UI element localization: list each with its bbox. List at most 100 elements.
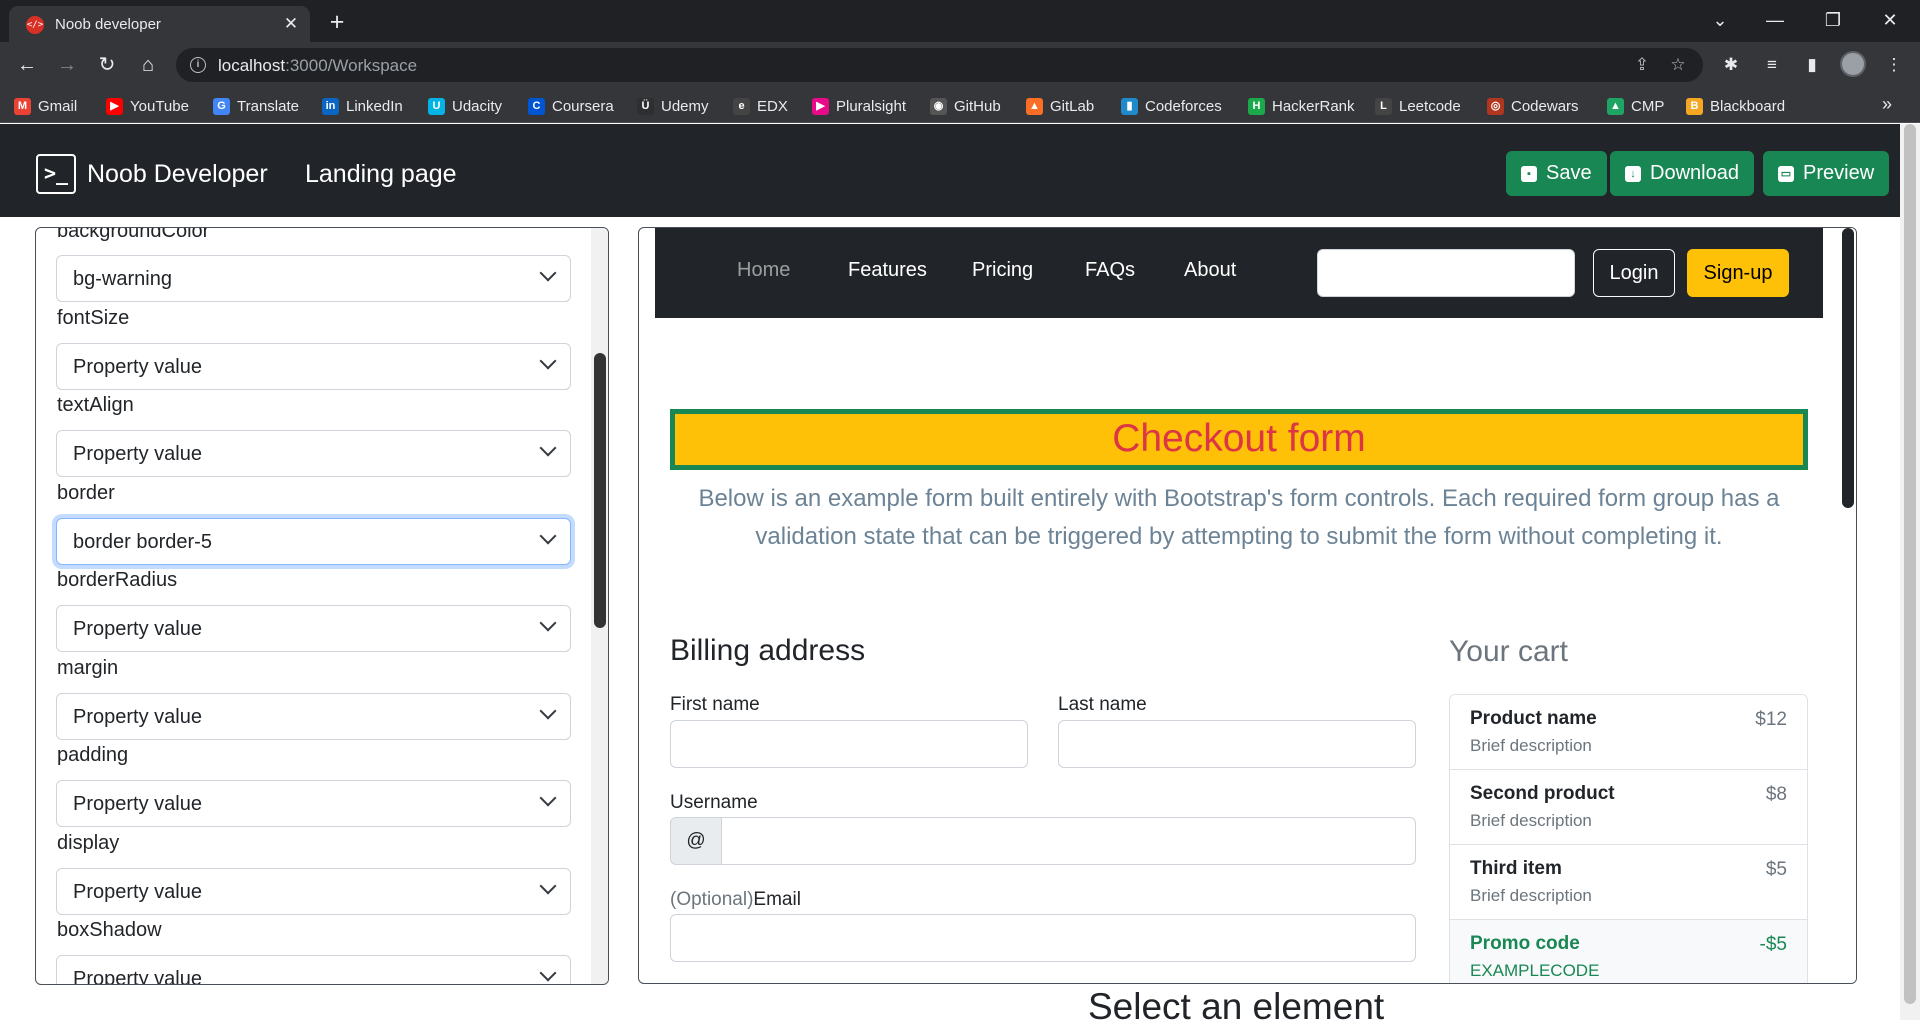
select-boxshadow[interactable]: Property value xyxy=(56,955,571,984)
bookmark-cmp[interactable]: ▲ CMP xyxy=(1607,96,1664,116)
prop-label-border: border xyxy=(57,482,115,504)
site-info-icon[interactable]: i xyxy=(190,57,206,73)
bookmark-label: LinkedIn xyxy=(346,97,403,115)
close-tab-icon[interactable]: ✕ xyxy=(280,13,302,35)
username-input[interactable] xyxy=(721,817,1416,865)
bookmark-gmail[interactable]: M Gmail xyxy=(14,96,77,116)
cart-list: Product name Brief description $12 Secon… xyxy=(1449,694,1808,983)
nav-features[interactable]: Features xyxy=(848,259,927,282)
youtube-icon: ▶ xyxy=(106,97,123,115)
bookmark-codeforces[interactable]: ▮ Codeforces xyxy=(1121,96,1222,116)
nav-pricing[interactable]: Pricing xyxy=(972,259,1033,282)
checkout-title[interactable]: Checkout form xyxy=(670,409,1808,470)
email-label: (Optional)Email xyxy=(670,889,801,911)
select-margin[interactable]: Property value xyxy=(56,693,571,740)
preview-scrollbar[interactable] xyxy=(1839,228,1856,983)
download-button[interactable]: ↓ Download xyxy=(1610,151,1754,196)
select-value: Property value xyxy=(73,618,202,640)
lead-text[interactable]: Below is an example form built entirely … xyxy=(670,480,1808,556)
tab-strip: </> Noob developer ✕ + ⌄ — ❐ ✕ xyxy=(0,0,1920,42)
bookmark-label: Leetcode xyxy=(1399,97,1461,115)
bookmark-blackboard[interactable]: B Blackboard xyxy=(1686,96,1785,116)
signup-button[interactable]: Sign-up xyxy=(1687,249,1789,297)
save-button[interactable]: ▪ Save xyxy=(1506,151,1607,196)
cart-item: Product name Brief description $12 xyxy=(1450,695,1807,770)
cart-item-promo: Promo code EXAMPLECODE -$5 xyxy=(1450,920,1807,983)
download-icon: ↓ xyxy=(1625,165,1641,182)
first-name-label: First name xyxy=(670,694,760,715)
extensions-icon[interactable]: ✱ xyxy=(1719,53,1743,77)
home-icon[interactable]: ⌂ xyxy=(133,50,163,80)
billing-heading[interactable]: Billing address xyxy=(670,634,865,668)
reload-icon[interactable]: ↻ xyxy=(92,50,122,80)
side-panel-icon[interactable]: ▮ xyxy=(1800,53,1824,77)
panel-scrollbar[interactable] xyxy=(591,228,608,984)
tab-search-icon[interactable]: ⌄ xyxy=(1700,4,1740,36)
bookmark-gitlab[interactable]: ▲ GitLab xyxy=(1026,96,1094,116)
browser-toolbar: ← → ↻ ⌂ i localhost:3000/Workspace ⇪ ☆ ✱… xyxy=(0,42,1920,88)
bookmark-codewars[interactable]: ◎ Codewars xyxy=(1487,96,1579,116)
url-text: localhost:3000/Workspace xyxy=(218,56,418,75)
select-padding[interactable]: Property value xyxy=(56,780,571,827)
restore-icon[interactable]: ❐ xyxy=(1813,4,1853,36)
cart-item-price: $5 xyxy=(1765,859,1787,880)
email-input[interactable] xyxy=(670,914,1416,962)
bookmark-label: Blackboard xyxy=(1710,97,1786,115)
prop-label-backgroundcolor: backgroundColor xyxy=(57,227,210,242)
nav-about[interactable]: About xyxy=(1184,259,1236,282)
page-scrollbar-thumb[interactable] xyxy=(1904,124,1916,1004)
window-close-icon[interactable]: ✕ xyxy=(1870,4,1910,36)
promo-name: Promo code xyxy=(1470,933,1580,954)
select-value: bg-warning xyxy=(73,268,172,290)
prop-label-textalign: textAlign xyxy=(57,394,134,416)
chevron-down-icon xyxy=(539,702,557,720)
forward-icon[interactable]: → xyxy=(52,50,82,80)
bookmark-leetcode[interactable]: L Leetcode xyxy=(1375,96,1461,116)
chevron-down-icon xyxy=(539,439,557,457)
cart-item-desc: Brief description xyxy=(1470,811,1592,830)
bookmark-github[interactable]: ◉ GitHub xyxy=(930,96,1001,116)
bookmark-label: CMP xyxy=(1631,97,1665,115)
search-input[interactable] xyxy=(1317,249,1575,297)
first-name-input[interactable] xyxy=(670,720,1028,768)
nav-home[interactable]: Home xyxy=(737,259,790,282)
select-backgroundcolor[interactable]: bg-warning xyxy=(56,255,571,302)
select-value: Property value xyxy=(73,881,202,903)
chevron-down-icon xyxy=(539,877,557,895)
select-borderradius[interactable]: Property value xyxy=(56,605,571,652)
page-scrollbar[interactable] xyxy=(1900,124,1920,1020)
bookmark-hackerrank[interactable]: H HackerRank xyxy=(1248,96,1355,116)
profile-avatar[interactable] xyxy=(1840,51,1866,77)
login-button[interactable]: Login xyxy=(1593,249,1675,297)
last-name-input[interactable] xyxy=(1058,720,1416,768)
bookmark-udemy[interactable]: Ü Udemy xyxy=(637,96,709,116)
bookmark-edx[interactable]: e EDX xyxy=(733,96,788,116)
menu-dots-icon[interactable]: ⋮ xyxy=(1882,53,1906,77)
bookmark-pluralsight[interactable]: ▶ Pluralsight xyxy=(812,96,906,116)
minimize-icon[interactable]: — xyxy=(1755,4,1795,36)
share-icon[interactable]: ⇪ xyxy=(1631,54,1653,76)
nav-faqs[interactable]: FAQs xyxy=(1085,259,1135,282)
bookmark-star-icon[interactable]: ☆ xyxy=(1667,54,1689,76)
chevron-down-icon xyxy=(539,614,557,632)
media-queue-icon[interactable]: ≡ xyxy=(1760,53,1784,77)
new-tab-icon[interactable]: + xyxy=(323,8,351,36)
bookmark-coursera[interactable]: C Coursera xyxy=(528,96,614,116)
bookmark-udacity[interactable]: U Udacity xyxy=(428,96,502,116)
bookmark-label: Translate xyxy=(237,97,299,115)
preview-scrollbar-thumb[interactable] xyxy=(1842,228,1854,508)
bookmark-translate[interactable]: G Translate xyxy=(213,96,299,116)
panel-scrollbar-thumb[interactable] xyxy=(594,353,606,628)
back-icon[interactable]: ← xyxy=(12,50,42,80)
more-bookmarks-icon[interactable]: » xyxy=(1882,94,1892,115)
bookmark-youtube[interactable]: ▶ YouTube xyxy=(106,96,189,116)
select-display[interactable]: Property value xyxy=(56,868,571,915)
preview-button[interactable]: ▭ Preview xyxy=(1763,151,1890,196)
bookmark-linkedin[interactable]: in LinkedIn xyxy=(322,96,403,116)
address-bar[interactable]: i localhost:3000/Workspace ⇪ ☆ xyxy=(176,48,1703,82)
select-fontsize[interactable]: Property value xyxy=(56,343,571,390)
browser-tab[interactable]: </> Noob developer ✕ xyxy=(9,6,310,42)
brand-name[interactable]: Noob Developer xyxy=(87,160,268,189)
select-border[interactable]: border border-5 xyxy=(56,518,571,565)
select-textalign[interactable]: Property value xyxy=(56,430,571,477)
